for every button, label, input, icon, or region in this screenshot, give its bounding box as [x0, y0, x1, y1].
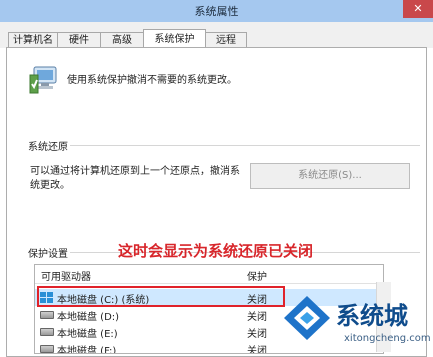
protection-status: 关闭	[247, 346, 267, 354]
table-header: 可用驱动器 保护	[35, 265, 383, 284]
column-header-drive[interactable]: 可用驱动器	[41, 268, 91, 283]
close-icon: ✕	[413, 2, 423, 15]
drive-icon	[40, 345, 54, 353]
divider	[28, 145, 420, 146]
tab-advanced[interactable]: 高级	[100, 32, 144, 48]
tab-remote[interactable]: 远程	[205, 32, 247, 48]
system-restore-button[interactable]: 系统还原(S)...	[250, 163, 410, 189]
drive-icon	[40, 328, 54, 336]
drive-name: 本地磁盘 (E:)	[57, 329, 118, 340]
tab-system-protection[interactable]: 系统保护	[143, 29, 206, 49]
title-bar: 系统属性 ✕	[0, 0, 433, 22]
protection-status: 关闭	[247, 312, 267, 323]
drive-name: 本地磁盘 (F:)	[57, 346, 117, 354]
system-restore-group-title: 系统还原	[26, 138, 70, 153]
intro-text: 使用系统保护撤消不需要的系统更改。	[67, 75, 237, 86]
drive-name: 本地磁盘 (D:)	[57, 312, 120, 323]
close-button[interactable]: ✕	[403, 0, 433, 18]
tab-hardware[interactable]: 硬件	[57, 32, 101, 48]
drive-icon	[40, 311, 54, 319]
annotation-text: 这时会显示为系统还原已关闭	[118, 242, 314, 260]
system-restore-description: 可以通过将计算机还原到上一个还原点，撤消系统更改。	[30, 166, 240, 191]
watermark-brand: 系统城	[336, 302, 408, 330]
watermark-domain: xitongcheng.com	[344, 333, 431, 344]
tab-computer-name[interactable]: 计算机名	[8, 32, 58, 48]
highlight-box	[37, 286, 285, 307]
protection-settings-group-title: 保护设置	[26, 245, 70, 260]
protection-status: 关闭	[247, 329, 267, 340]
system-protection-icon	[29, 66, 57, 94]
xitongcheng-logo-icon	[284, 296, 330, 340]
tab-strip: 计算机名 硬件 高级 系统保护 远程	[0, 22, 433, 49]
window-title: 系统属性	[194, 5, 239, 18]
column-header-protection[interactable]: 保护	[247, 268, 267, 283]
